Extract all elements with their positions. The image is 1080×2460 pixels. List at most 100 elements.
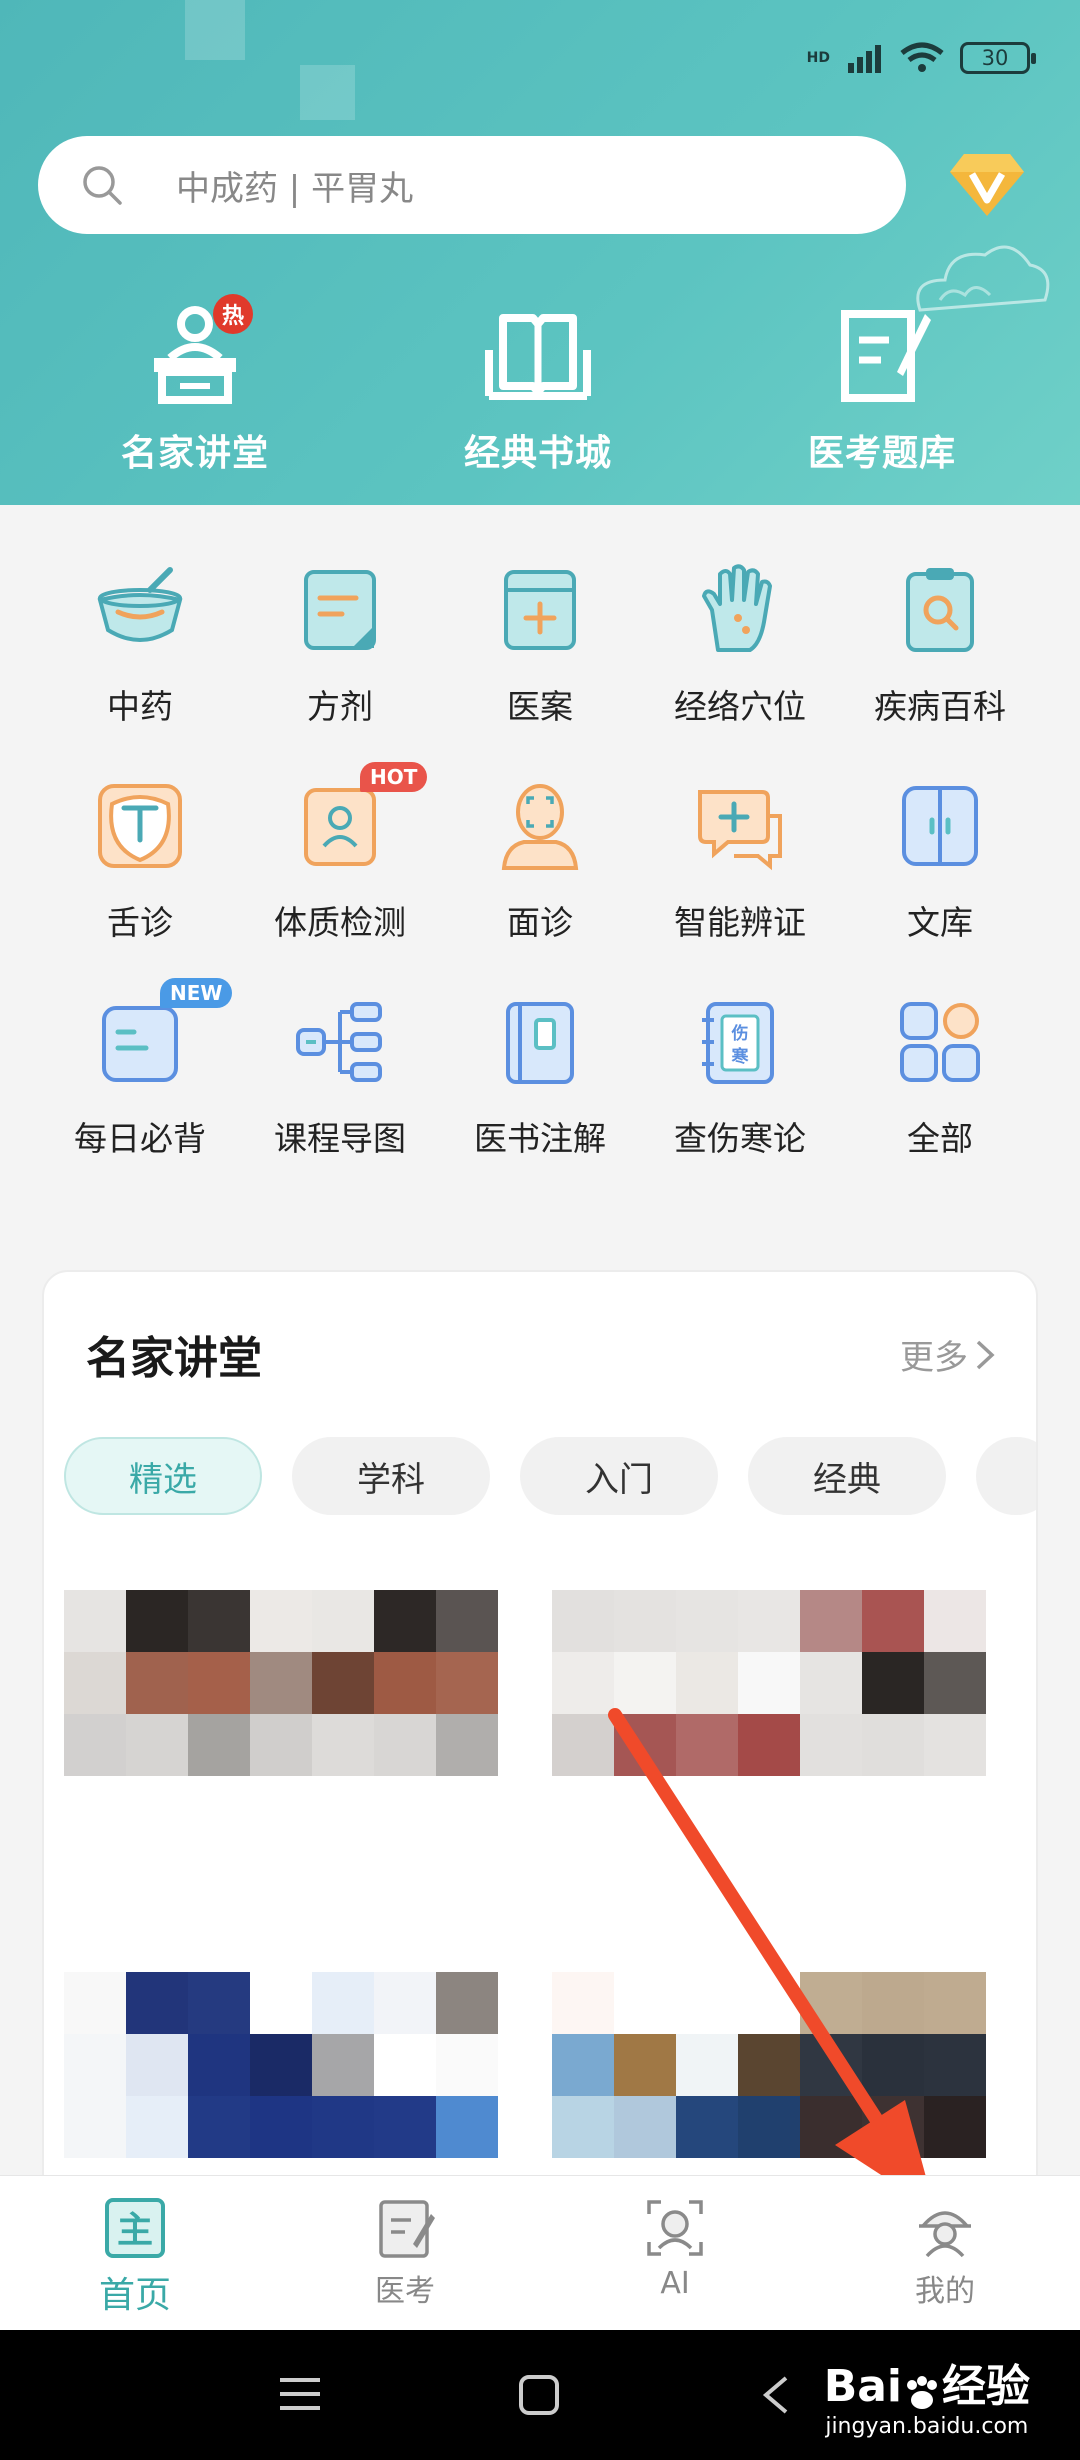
top-cat-lecture[interactable]: 热 名家讲堂: [85, 294, 305, 476]
category-chips: 精选 学科 入门 经典: [64, 1437, 1036, 1515]
tab-label: AI: [660, 2266, 690, 2301]
course-thumbnail-3[interactable]: [64, 1972, 498, 2158]
grid-item-face[interactable]: 面诊: [440, 776, 640, 944]
chip-intro[interactable]: 入门: [520, 1437, 718, 1515]
watermark-brand: Bai: [823, 2361, 902, 2412]
watermark-brand-cn: 经验: [942, 2361, 1030, 2412]
grid-item-annotation[interactable]: 医书注解: [440, 992, 640, 1160]
chip-subject[interactable]: 学科: [292, 1437, 490, 1515]
grid-item-label: 面诊: [507, 903, 573, 942]
tab-mine[interactable]: 我的: [810, 2176, 1080, 2330]
all-apps-icon: [900, 1002, 980, 1082]
hot-badge: 热: [213, 294, 253, 334]
watermark-url: jingyan.baidu.com: [825, 2414, 1029, 2439]
course-thumbnail-1[interactable]: [64, 1590, 498, 1776]
hand-acupoint-icon: [702, 564, 772, 652]
grid-item-label: 体质检测: [274, 903, 406, 942]
grid-item-mindmap[interactable]: 课程导图: [240, 992, 440, 1160]
battery-level: 30: [981, 46, 1009, 70]
lecture-card: 名家讲堂 更多 精选 学科 入门 经典: [42, 1270, 1038, 2280]
tab-ai[interactable]: AI: [540, 2176, 810, 2330]
tab-label: 医考: [375, 2274, 435, 2309]
grid-item-label: 查伤寒论: [674, 1119, 806, 1158]
search-bar[interactable]: 中成药 | 平胃丸: [38, 136, 906, 234]
grid-item-label: 方剂: [307, 687, 373, 726]
hot-badge: HOT: [360, 762, 428, 792]
search-placeholder: 中成药 | 平胃丸: [176, 168, 414, 209]
grid-item-daily[interactable]: NEW 每日必背: [40, 978, 240, 1160]
status-bar: HD 30: [806, 42, 1036, 74]
decor-square: [185, 0, 245, 60]
course-thumbnail-2[interactable]: [552, 1590, 986, 1776]
grid-item-label: 课程导图: [274, 1119, 406, 1158]
grid-item-formula[interactable]: 方剂: [240, 560, 440, 728]
grid-item-all[interactable]: 全部: [840, 992, 1040, 1160]
grid-item-constitution[interactable]: HOT 体质检测: [240, 762, 440, 944]
top-cat-bookstore[interactable]: 经典书城: [428, 300, 648, 476]
back-nav-icon[interactable]: [760, 2374, 790, 2416]
menu-nav-icon[interactable]: [278, 2374, 322, 2414]
smart-syndrome-icon: [698, 790, 782, 871]
signal-icon: [848, 45, 881, 73]
grid-item-label: 每日必背: [74, 1119, 206, 1158]
card-title: 名家讲堂: [86, 1333, 262, 1384]
grid-item-shanghan[interactable]: 伤 寒 查伤寒论: [640, 992, 840, 1160]
header: HD 30 中成药 | 平胃丸 热 名家讲堂 经典书城 医考题库: [0, 0, 1080, 505]
more-link[interactable]: 更多: [900, 1330, 996, 1379]
grid-item-herb[interactable]: 中药: [40, 560, 240, 728]
top-categories: 热 名家讲堂 经典书城 医考题库: [0, 294, 1080, 490]
chevron-right-icon: [976, 1340, 995, 1369]
course-thumbnail-4[interactable]: [552, 1972, 986, 2158]
disease-encyclopedia-icon: [906, 568, 974, 652]
shanghan-book-icon: 伤 寒: [702, 1002, 774, 1084]
chip-classic[interactable]: 经典: [748, 1437, 946, 1515]
paw-icon: [902, 2371, 942, 2409]
grid-item-syndrome[interactable]: 智能辨证: [640, 776, 840, 944]
library-cabinet-icon: [902, 786, 978, 866]
wifi-icon: [900, 42, 944, 72]
exam-icon: [379, 2200, 435, 2258]
grid-item-label: 经络穴位: [674, 687, 806, 726]
grid-item-label: 智能辨证: [674, 903, 806, 942]
grid-item-label: 疾病百科: [874, 687, 1006, 726]
grid-item-label: 全部: [907, 1119, 973, 1158]
chip-more-partial[interactable]: [976, 1437, 1036, 1515]
grid-item-label: 医书注解: [474, 1119, 606, 1158]
tab-label: 我的: [915, 2274, 975, 2309]
grid-item-disease[interactable]: 疾病百科: [840, 560, 1040, 728]
network-type: HD: [806, 50, 830, 66]
top-cat-label: 名家讲堂: [120, 432, 269, 474]
chip-featured[interactable]: 精选: [64, 1437, 262, 1515]
grid-item-tongue[interactable]: 舌诊: [40, 776, 240, 944]
medical-case-icon: [504, 570, 576, 650]
more-label: 更多: [900, 1338, 968, 1378]
face-diagnosis-icon: [501, 784, 579, 870]
tab-exam[interactable]: 医考: [270, 2176, 540, 2330]
top-cat-label: 医考题库: [807, 432, 956, 474]
tongue-diagnosis-icon: [98, 784, 182, 868]
grid-item-meridian[interactable]: 经络穴位: [640, 560, 840, 728]
exam-paper-icon: [841, 310, 931, 402]
battery-indicator: 30: [960, 42, 1036, 74]
tab-label: 首页: [98, 2275, 171, 2316]
grid-item-label: 中药: [107, 687, 173, 726]
home-icon: 主: [105, 2198, 165, 2258]
grid-item-label: 舌诊: [107, 903, 173, 942]
svg-text:寒: 寒: [732, 1046, 749, 1067]
profile-icon: [919, 2211, 971, 2258]
herb-bowl-icon: [97, 567, 183, 642]
top-cat-exam[interactable]: 医考题库: [772, 300, 992, 476]
bottom-tab-bar: 主 首页 医考 AI 我的: [0, 2175, 1080, 2330]
vip-diamond-icon[interactable]: [948, 150, 1026, 220]
decor-square: [300, 65, 355, 120]
grid-item-case[interactable]: 医案: [440, 560, 640, 728]
grid-item-library[interactable]: 文库: [840, 776, 1040, 944]
home-nav-icon[interactable]: [518, 2374, 560, 2416]
svg-text:伤: 伤: [731, 1023, 749, 1044]
tab-home[interactable]: 主 首页: [0, 2176, 270, 2330]
top-cat-label: 经典书城: [463, 432, 612, 474]
course-mindmap-icon: [296, 1002, 382, 1082]
baidu-watermark: Bai 经验 jingyan.baidu.com: [824, 2350, 1030, 2439]
formula-doc-icon: [304, 570, 376, 650]
home-icon-glyph: 主: [117, 2210, 153, 2251]
